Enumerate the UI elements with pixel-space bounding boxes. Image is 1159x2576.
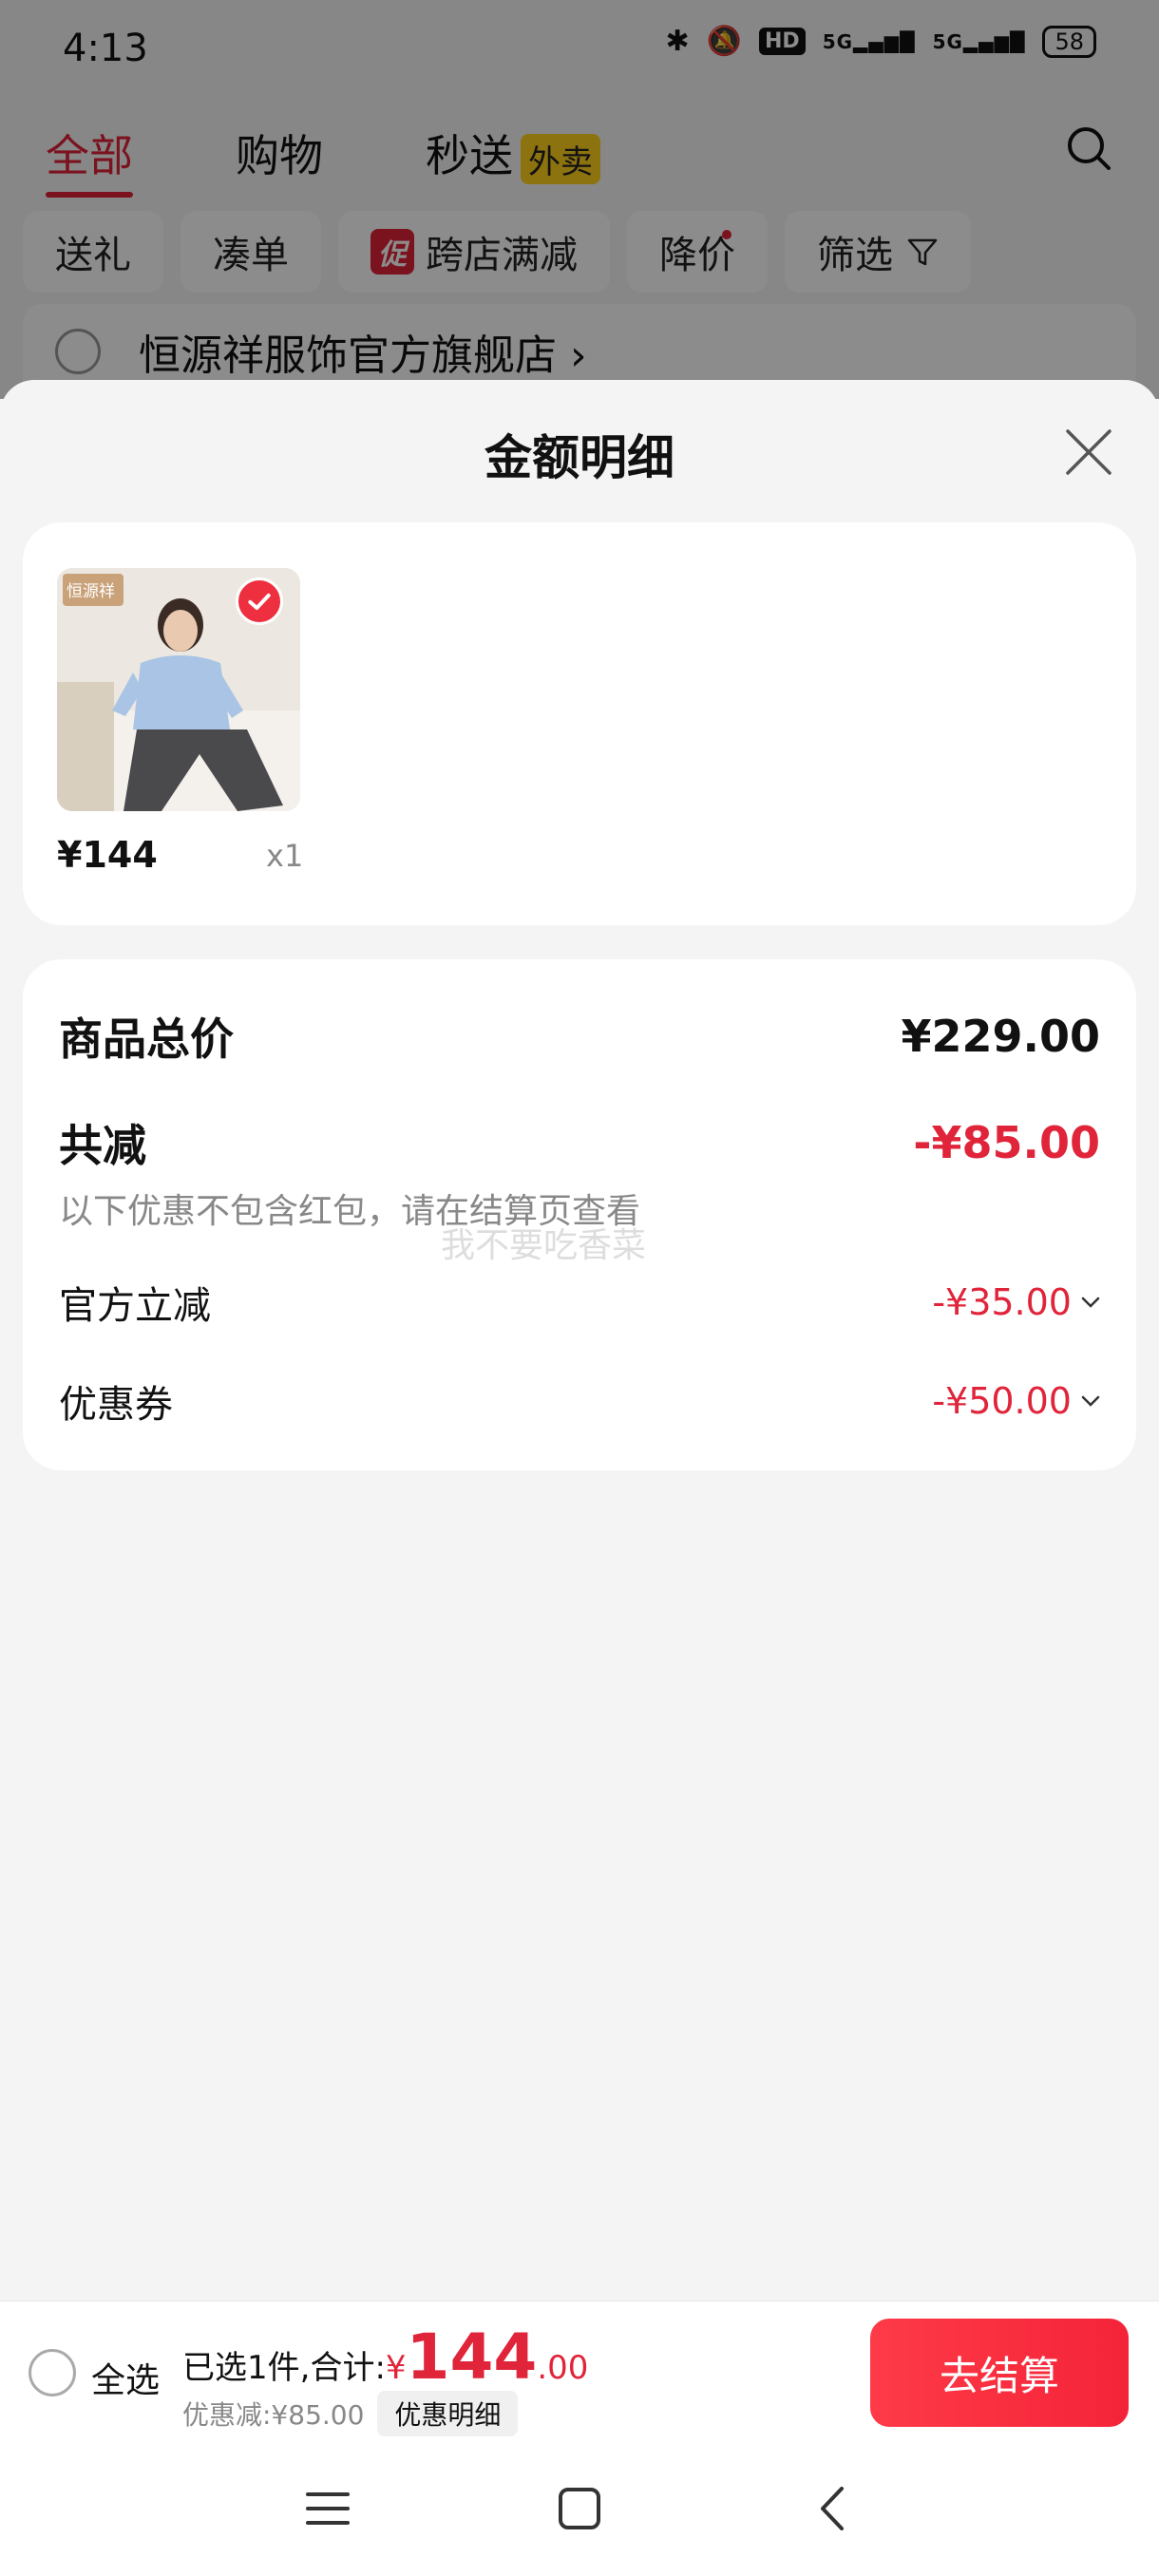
check-icon[interactable] [236,578,283,625]
total-decimal: .00 [537,2349,589,2387]
amount-detail-sheet: 金额明细 恒源祥 ¥144 x1 商品总价 ¥229.00 共减 -¥85.00… [0,380,1159,2301]
reduce-row: 共减 -¥85.00 [59,1111,1100,1174]
close-icon[interactable] [1064,427,1113,477]
cart-page-background: 4:13 ✱ 🔕 HD 5G▂▄▆█ 5G▂▄▆█ 58 全部 购物 秒送 外卖 … [0,0,1159,399]
home-icon[interactable] [554,2483,605,2534]
chevron-down-icon [1081,1395,1100,1407]
official-discount-value[interactable]: -¥35.00 [932,1281,1100,1323]
select-all-radio[interactable] [28,2349,76,2396]
coupon-label: 优惠券 [59,1383,173,1427]
price-summary-card: 商品总价 ¥229.00 共减 -¥85.00 以下优惠不包含红包，请在结算页查… [23,959,1136,1470]
discount-text: 优惠减:¥85.00 [182,2399,365,2431]
total-row: 商品总价 ¥229.00 [59,1005,1100,1068]
checkout-bar: 全选 已选1件,合计: ¥ 144 .00 优惠减:¥85.00 优惠明细 去结… [0,2301,1159,2441]
product-card: 恒源祥 ¥144 x1 [23,522,1136,925]
back-icon[interactable] [808,2483,859,2534]
brand-tag: 恒源祥 [66,582,115,601]
sheet-title: 金额明细 [484,430,674,485]
discount-detail-button[interactable]: 优惠明细 [377,2391,519,2436]
product-price: ¥144 [57,834,158,876]
reduce-label: 共减 [59,1120,146,1171]
checkout-button[interactable]: 去结算 [870,2319,1129,2427]
system-nav-bar [0,2441,1159,2576]
menu-icon[interactable] [302,2483,353,2534]
total-integer: 144 [406,2320,538,2394]
official-discount-row[interactable]: 官方立减 -¥35.00 [59,1275,1100,1330]
coupon-row[interactable]: 优惠券 -¥50.00 [59,1373,1100,1429]
official-discount-label: 官方立减 [59,1284,211,1328]
total-line: 已选1件,合计: ¥ 144 .00 [182,2326,588,2389]
total-label: 商品总价 [59,1013,234,1065]
currency-symbol: ¥ [385,2349,407,2387]
modal-overlay[interactable] [0,0,1159,399]
select-all-label[interactable]: 全选 [91,2353,160,2402]
product-quantity: x1 [266,838,304,874]
total-value: ¥229.00 [901,1011,1100,1062]
discount-line: 优惠减:¥85.00 优惠明细 [182,2391,519,2436]
reduce-value: -¥85.00 [913,1117,1100,1168]
watermark-text: 我不要吃香菜 [441,1226,647,1265]
selected-count-text: 已选1件,合计: [182,2349,386,2387]
coupon-value[interactable]: -¥50.00 [932,1380,1100,1422]
chevron-down-icon [1081,1297,1100,1308]
